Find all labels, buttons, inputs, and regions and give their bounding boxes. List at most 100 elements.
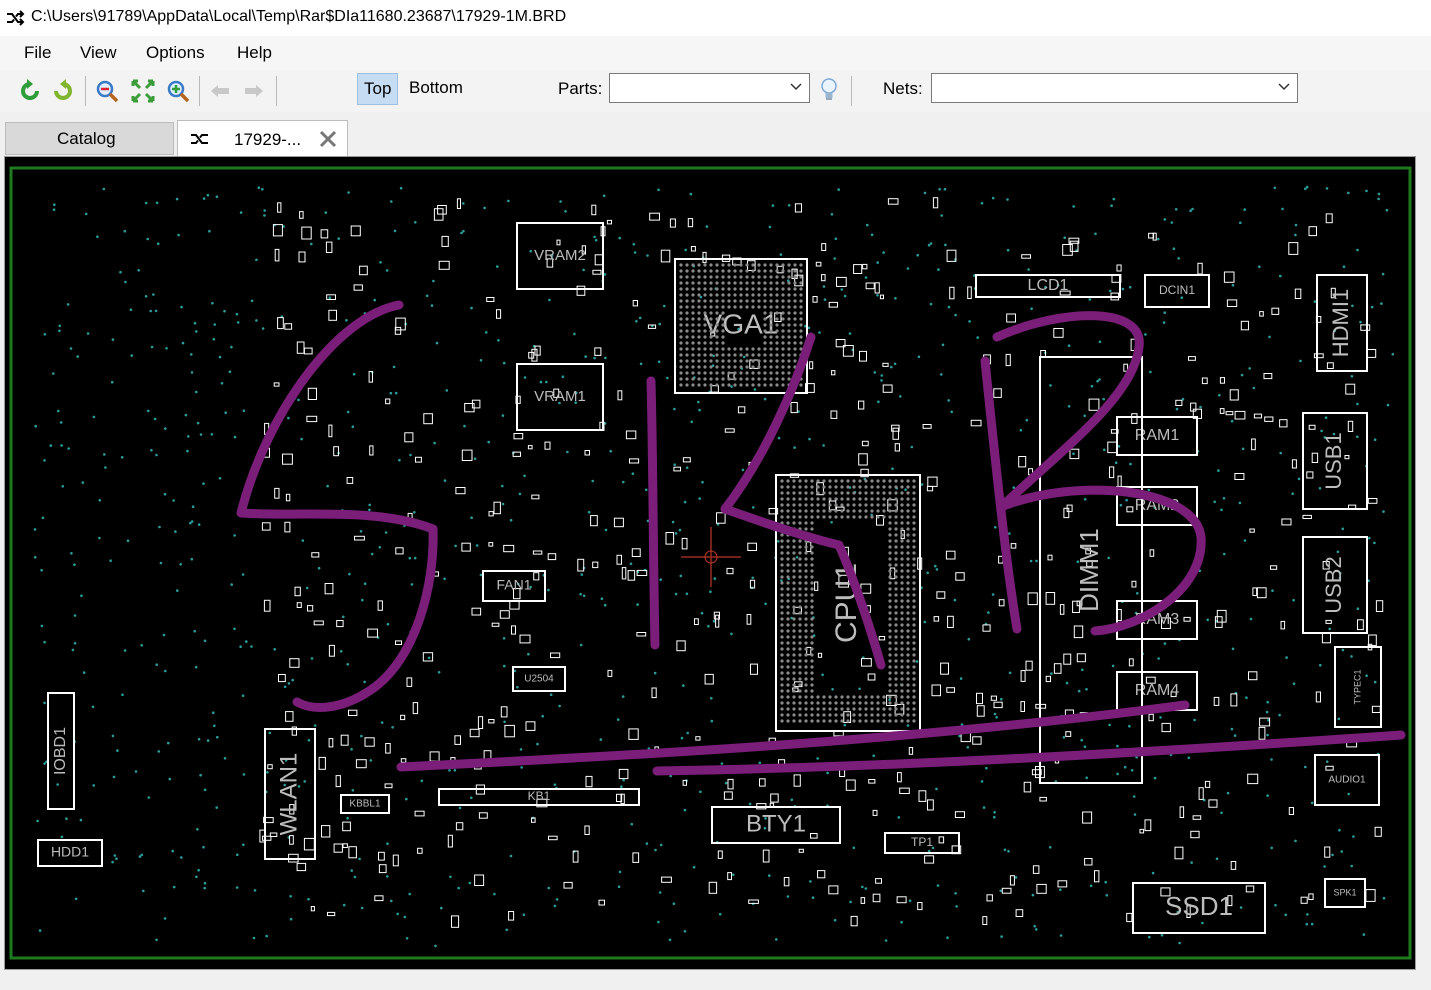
- passive-component: [882, 384, 893, 393]
- passive-component: [576, 285, 586, 296]
- close-icon[interactable]: [318, 129, 338, 149]
- passive-component: [1374, 826, 1382, 837]
- bga-pad: [786, 509, 790, 513]
- bga-pad: [679, 293, 683, 297]
- board-view[interactable]: VRAM2 VRAM1 VGA1 LCD1 DCIN1 HDMI1 RAM1 RAM2 RAM3…: [4, 156, 1416, 970]
- bga-pad: [888, 635, 892, 639]
- via: [300, 437, 303, 441]
- passive-component: [340, 734, 349, 746]
- nets-combobox[interactable]: [931, 73, 1298, 103]
- bga-pad: [775, 311, 779, 315]
- component-label: VGA1: [704, 308, 779, 339]
- passive-component: [1288, 242, 1299, 255]
- bga-pad: [810, 689, 814, 693]
- bga-pad: [769, 329, 773, 333]
- lightbulb-icon[interactable]: [816, 76, 842, 102]
- bga-pad: [840, 695, 844, 699]
- bga-pad: [780, 707, 784, 711]
- via: [211, 301, 214, 305]
- bga-pad: [721, 377, 725, 381]
- bga-pad: [685, 317, 689, 321]
- bga-pad: [679, 329, 683, 333]
- via: [215, 195, 219, 198]
- via: [313, 724, 317, 727]
- zoom-in-icon[interactable]: [165, 78, 191, 104]
- via: [1279, 451, 1282, 455]
- bga-pad: [739, 299, 743, 303]
- menu-options[interactable]: Options: [146, 43, 205, 63]
- top-side-button[interactable]: Top: [357, 73, 399, 105]
- bga-pad: [792, 569, 796, 573]
- bga-pad: [780, 671, 784, 675]
- via: [350, 869, 354, 872]
- rotate-right-icon[interactable]: [50, 78, 76, 104]
- bga-pad: [786, 521, 790, 525]
- passive-component: [1006, 313, 1017, 323]
- passive-component: [945, 550, 956, 560]
- passive-component: [504, 724, 515, 738]
- via: [523, 376, 527, 379]
- via: [152, 293, 155, 296]
- bga-pad: [846, 497, 850, 501]
- passive-component: [817, 870, 826, 879]
- via: [659, 578, 662, 581]
- bga-pad: [781, 293, 785, 297]
- via: [1294, 233, 1297, 237]
- passive-component: [378, 851, 385, 861]
- bga-pad: [786, 659, 790, 663]
- bga-pad: [739, 269, 743, 273]
- menu-file[interactable]: File: [24, 43, 51, 63]
- menu-help[interactable]: Help: [237, 43, 272, 63]
- via: [1048, 846, 1052, 849]
- bga-pad: [822, 485, 826, 489]
- via: [955, 905, 958, 908]
- bga-pad: [769, 335, 773, 339]
- via: [399, 186, 403, 190]
- bga-pad: [828, 701, 832, 705]
- tab-catalog[interactable]: Catalog: [5, 122, 174, 155]
- passive-component: [1258, 726, 1266, 740]
- bga-pad: [691, 317, 695, 321]
- zoom-out-icon[interactable]: [94, 78, 120, 104]
- passive-component: [519, 634, 531, 644]
- via: [1050, 672, 1053, 675]
- menu-view[interactable]: View: [80, 43, 117, 63]
- via: [753, 388, 757, 391]
- bga-pad: [810, 479, 814, 483]
- via: [328, 296, 332, 299]
- parts-combobox[interactable]: [609, 73, 810, 103]
- via: [163, 917, 167, 920]
- fit-board-icon[interactable]: [130, 78, 156, 104]
- bga-pad: [882, 491, 886, 495]
- passive-component: [933, 616, 940, 622]
- back-arrow-icon[interactable]: [207, 78, 233, 104]
- via: [202, 197, 206, 200]
- bga-pad: [703, 347, 707, 351]
- via: [1129, 462, 1132, 466]
- rotate-left-icon[interactable]: [17, 78, 43, 104]
- bga-pad: [906, 707, 910, 711]
- bga-pad: [745, 299, 749, 303]
- bottom-side-button[interactable]: Bottom: [403, 73, 469, 103]
- via: [888, 698, 891, 701]
- bga-pad: [816, 509, 820, 513]
- bga-pad: [888, 713, 892, 717]
- bga-pad: [912, 497, 916, 501]
- via: [346, 410, 350, 414]
- via: [1112, 197, 1116, 201]
- passive-component: [1065, 731, 1072, 737]
- bga-pad: [906, 695, 910, 699]
- bga-pad: [679, 383, 683, 387]
- bga-pad: [787, 371, 791, 375]
- passive-component: [273, 382, 280, 387]
- bga-pad: [900, 671, 904, 675]
- via: [158, 525, 161, 529]
- via: [168, 777, 172, 781]
- via: [1008, 671, 1012, 675]
- bga-pad: [912, 551, 916, 555]
- bga-pad: [715, 347, 719, 351]
- board-canvas[interactable]: VRAM2VRAM1VGA1LCD1 DCIN1 HDMI1RAM1RAM2RAM3…: [5, 157, 1415, 969]
- bga-pad: [900, 599, 904, 603]
- tab-board-file[interactable]: 17929-...: [177, 120, 348, 156]
- forward-arrow-icon[interactable]: [241, 78, 267, 104]
